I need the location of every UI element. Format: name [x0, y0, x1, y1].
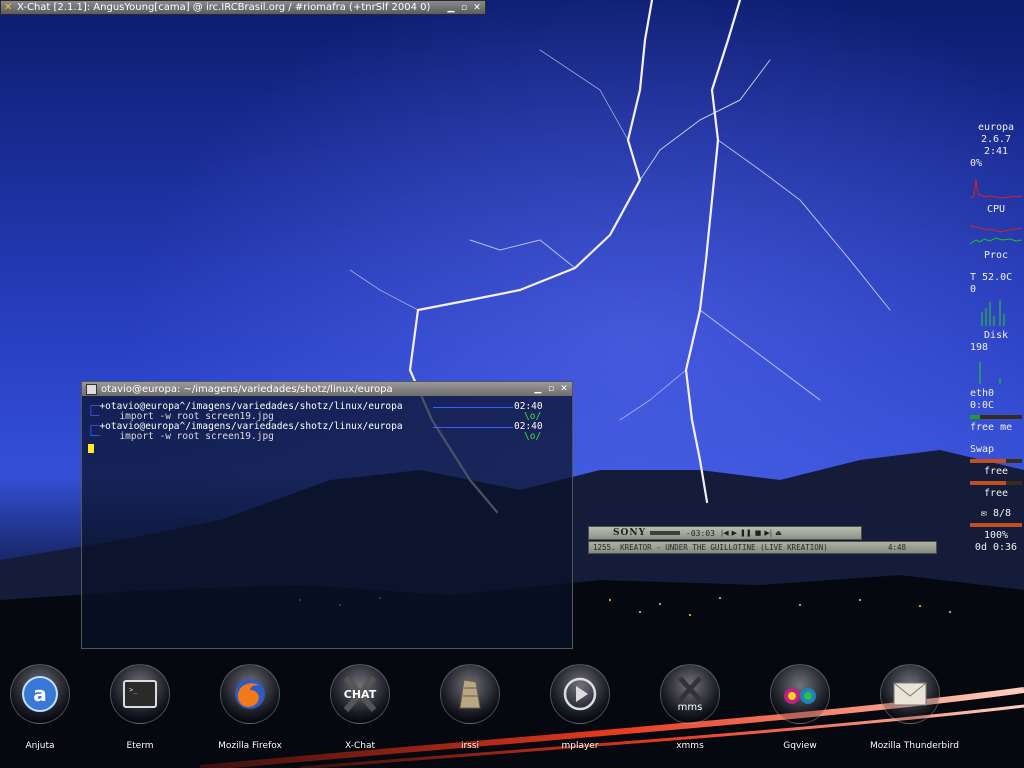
- xmms-track-length: 4:48: [887, 543, 906, 552]
- dock-item-xchat[interactable]: CHAT X-Chat: [320, 664, 400, 751]
- maximize-icon[interactable]: ▫: [546, 384, 556, 394]
- svg-text:CHAT: CHAT: [344, 688, 377, 701]
- dock-item-thunderbird[interactable]: Mozilla Thunderbird: [870, 664, 959, 751]
- xmms-seek-bar[interactable]: [650, 531, 680, 535]
- dock-item-mplayer[interactable]: mplayer: [540, 664, 620, 751]
- gk-hostname: europa: [977, 122, 1015, 133]
- firefox-icon: [220, 664, 280, 724]
- gk-cpu-label: CPU: [986, 204, 1006, 215]
- cpu-graph-2: [969, 218, 1023, 246]
- xmms-main-window[interactable]: SONY -03:03 |◀ ▶ ❚❚ ■ ▶| ⏏: [588, 526, 862, 540]
- launcher-dock: a Anjuta >_ Eterm Mozilla Firefox CHAT X…: [0, 660, 1024, 768]
- terminal-output[interactable]: ┌─+otavio@europa^/imagens/variedades/sho…: [82, 396, 572, 453]
- previous-icon[interactable]: |◀: [721, 529, 729, 537]
- prompt-rule: [433, 407, 513, 408]
- dock-item-irssi[interactable]: irssi: [430, 664, 510, 751]
- terminal-cursor: [88, 444, 94, 453]
- xchat-icon: CHAT: [330, 664, 390, 724]
- terminal-smiley: \o/: [524, 431, 542, 442]
- gk-free-2: free: [983, 488, 1009, 499]
- gk-kernel: 2.6.7: [980, 134, 1012, 145]
- dock-item-eterm[interactable]: >_ Eterm: [100, 664, 180, 751]
- gk-swap-label: Swap: [970, 444, 995, 455]
- terminal-titlebar[interactable]: otavio@europa: ~/imagens/variedades/shot…: [82, 382, 572, 396]
- dock-label: mplayer: [561, 741, 599, 751]
- gk-proc-label: Proc: [983, 250, 1009, 261]
- minimize-icon[interactable]: ▁: [446, 3, 456, 13]
- xchat-app-icon: ✕: [4, 1, 13, 13]
- dock-label: Gqview: [783, 741, 817, 751]
- play-icon[interactable]: ▶: [732, 529, 737, 537]
- free-bar-1: [970, 481, 1022, 485]
- gk-battery: 100%: [983, 530, 1009, 541]
- terminal-icon: >_: [110, 664, 170, 724]
- mail-icon: ✉: [980, 508, 987, 519]
- dock-label: xmms: [676, 741, 704, 751]
- dock-label: Anjuta: [25, 741, 55, 751]
- close-icon[interactable]: ✕: [472, 3, 482, 13]
- xmms-icon: mms: [660, 664, 720, 724]
- terminal-command: import -w root screen19.jpg: [119, 431, 274, 442]
- terminal-command-line: └─ import -w root screen19.jpg \o/: [88, 431, 542, 442]
- gk-uptime: 0d 0:36: [974, 542, 1018, 553]
- terminal-title: otavio@europa: ~/imagens/variedades/shot…: [101, 383, 393, 395]
- svg-text:>_: >_: [129, 686, 138, 694]
- envelope-icon: [880, 664, 940, 724]
- swap-bar: [970, 459, 1022, 463]
- gk-proc-count: 0: [970, 284, 977, 295]
- maximize-icon[interactable]: ▫: [459, 3, 469, 13]
- xmms-track-title: 1255. KREATOR - UNDER THE GUILLOTINE (LI…: [593, 543, 828, 552]
- dock-label: Mozilla Thunderbird: [870, 741, 959, 751]
- anjuta-icon: a: [10, 664, 70, 724]
- gk-clock: 2:41: [983, 146, 1009, 157]
- prompt-rule: [433, 427, 513, 428]
- xmms-time-display: -03:03: [686, 528, 715, 538]
- dock-item-xmms[interactable]: mms xmms: [650, 664, 730, 751]
- gk-net-label: eth0: [970, 388, 995, 399]
- xchat-window-titlebar[interactable]: ✕ X-Chat [2.1.1]: AngusYoung[cama] @ irc…: [0, 0, 486, 15]
- dock-label: Mozilla Firefox: [218, 741, 282, 751]
- next-icon[interactable]: ▶|: [764, 529, 772, 537]
- gk-mail-count: 8/8: [993, 508, 1012, 519]
- xchat-window-title: X-Chat [2.1.1]: AngusYoung[cama] @ irc.I…: [17, 2, 431, 13]
- stop-icon[interactable]: ■: [755, 529, 762, 537]
- gk-temp: T 52.0C: [970, 272, 1013, 283]
- xmms-logo: SONY: [613, 528, 646, 538]
- dock-item-gqview[interactable]: Gqview: [760, 664, 840, 751]
- pause-icon[interactable]: ❚❚: [740, 529, 752, 537]
- gk-free-1: free: [983, 466, 1009, 477]
- eject-icon[interactable]: ⏏: [775, 529, 782, 537]
- minimize-icon[interactable]: ▁: [533, 384, 543, 394]
- close-icon[interactable]: ✕: [559, 384, 569, 394]
- gkrellm-monitor[interactable]: europa 2.6.7 2:41 0% CPU Proc T 52.0C 0 …: [968, 122, 1024, 642]
- svg-text:mms: mms: [678, 702, 703, 713]
- gk-net-value: 0:0C: [970, 400, 995, 411]
- gk-mail[interactable]: ✉ 8/8: [968, 508, 1024, 520]
- battery-bar: [970, 523, 1022, 527]
- gk-cpu-percent: 0%: [970, 158, 983, 169]
- dock-label: Eterm: [126, 741, 154, 751]
- dock-item-anjuta[interactable]: a Anjuta: [0, 664, 80, 751]
- dock-item-firefox[interactable]: Mozilla Firefox: [210, 664, 290, 751]
- cpu-graph: [969, 172, 1023, 200]
- svg-text:a: a: [33, 682, 47, 706]
- irssi-icon: [440, 664, 500, 724]
- dock-label: X-Chat: [345, 741, 375, 751]
- gk-disk-label: Disk: [983, 330, 1009, 341]
- dock-label: irssi: [460, 741, 480, 751]
- net-bar: [970, 415, 1022, 419]
- gk-mem-label: free me: [970, 422, 1013, 433]
- disk-graph: [970, 356, 1022, 384]
- terminal-window-icon: [86, 383, 97, 395]
- gk-disk-value: 198: [970, 342, 989, 353]
- binoculars-icon: [770, 664, 830, 724]
- play-icon: [550, 664, 610, 724]
- proc-graph: [970, 298, 1022, 326]
- eterm-window[interactable]: otavio@europa: ~/imagens/variedades/shot…: [81, 381, 573, 649]
- xmms-playlist-bar[interactable]: 1255. KREATOR - UNDER THE GUILLOTINE (LI…: [588, 541, 937, 554]
